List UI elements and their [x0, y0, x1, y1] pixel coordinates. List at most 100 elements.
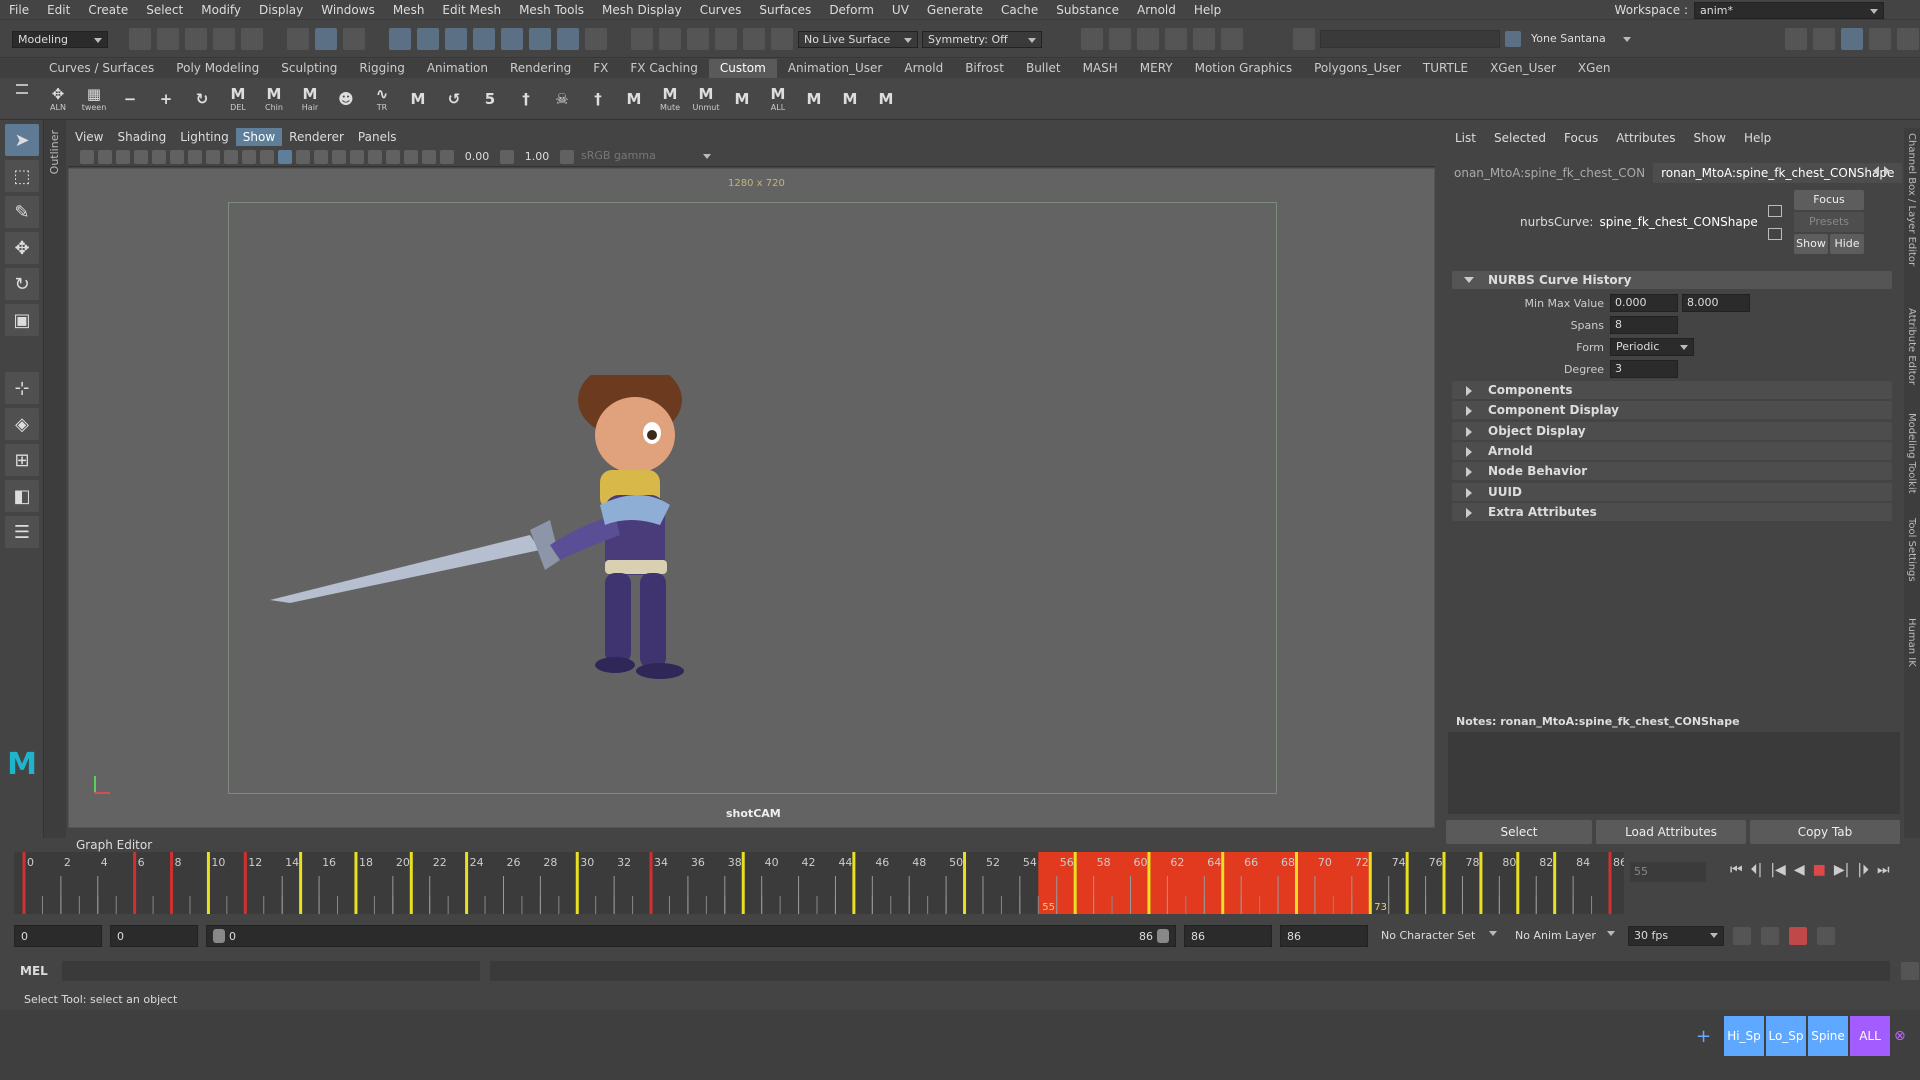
- shelf-button-all[interactable]: M ALL: [762, 82, 794, 116]
- spans-field[interactable]: 8: [1610, 316, 1678, 334]
- nurbs-curve-history-section[interactable]: NURBS Curve History: [1452, 271, 1892, 289]
- sidebar-toggle-icon[interactable]: [1293, 28, 1315, 50]
- output-ops-icon[interactable]: [687, 28, 709, 50]
- section-extra-attributes[interactable]: Extra Attributes: [1452, 502, 1892, 521]
- menu-set-dropdown[interactable]: Modeling: [12, 30, 108, 48]
- shelf-button-23[interactable]: M: [834, 82, 866, 116]
- menu-edit-mesh[interactable]: Edit Mesh: [433, 0, 510, 20]
- undo-icon[interactable]: [213, 28, 235, 50]
- step-forward-key-icon[interactable]: |⏵: [1857, 862, 1869, 878]
- magnet-icon[interactable]: [771, 28, 793, 50]
- viewport-menu-lighting[interactable]: Lighting: [173, 128, 236, 146]
- shelf-button-unmut[interactable]: M Unmut: [690, 82, 722, 116]
- viewport-menu-panels[interactable]: Panels: [351, 128, 404, 146]
- layout-three-icon[interactable]: [1841, 28, 1863, 50]
- selection-set-all[interactable]: ALL: [1850, 1016, 1890, 1056]
- snap-curve-icon[interactable]: [417, 28, 439, 50]
- right-tab-tool-settings[interactable]: Tool Settings: [1906, 518, 1917, 582]
- load-attributes-button[interactable]: Load Attributes: [1596, 820, 1746, 844]
- shelf-tab-rendering[interactable]: Rendering: [499, 59, 582, 78]
- shelf-menu-icon[interactable]: [16, 84, 28, 94]
- shelf-tab-custom[interactable]: Custom: [708, 59, 777, 78]
- shelf-tab-poly-modeling[interactable]: Poly Modeling: [165, 59, 270, 78]
- play-backwards-icon[interactable]: ◀: [1794, 862, 1805, 878]
- shelf-button-20[interactable]: M: [726, 82, 758, 116]
- save-scene-icon[interactable]: [185, 28, 207, 50]
- shelf-button-9[interactable]: ☻: [330, 82, 362, 116]
- user-icon[interactable]: [1505, 31, 1521, 47]
- auto-key-icon[interactable]: [1789, 927, 1807, 945]
- go-to-start-icon[interactable]: ⏮: [1730, 862, 1743, 878]
- focus-button[interactable]: Focus: [1794, 190, 1864, 210]
- viewport-menu-show[interactable]: Show: [235, 128, 283, 146]
- settings-gear-icon[interactable]: [1897, 28, 1919, 50]
- node-name-field[interactable]: spine_fk_chest_CONShape: [1599, 215, 1769, 229]
- render-settings-icon[interactable]: [1081, 28, 1103, 50]
- right-tab-attribute-editor[interactable]: Attribute Editor: [1906, 308, 1917, 385]
- lasso-icon[interactable]: [743, 28, 765, 50]
- menu-uv[interactable]: UV: [883, 0, 918, 20]
- select-button[interactable]: Select: [1446, 820, 1592, 844]
- image-plane-icon[interactable]: [134, 149, 148, 164]
- shelf-tab-motion-graphics[interactable]: Motion Graphics: [1184, 59, 1304, 78]
- symmetry-dropdown[interactable]: Symmetry: Off: [922, 30, 1042, 48]
- redo-icon[interactable]: [241, 28, 263, 50]
- viewport-menu-renderer[interactable]: Renderer: [282, 128, 351, 146]
- snap-surface-icon[interactable]: [501, 28, 523, 50]
- snap-view-icon[interactable]: [473, 28, 495, 50]
- shelf-tab-bifrost[interactable]: Bifrost: [954, 59, 1015, 78]
- max-value-field[interactable]: 8.000: [1682, 294, 1750, 312]
- go-to-end-icon[interactable]: ⏭: [1877, 862, 1890, 878]
- shelf-button-13[interactable]: 5: [474, 82, 506, 116]
- show-button[interactable]: Show: [1794, 234, 1828, 254]
- go-to-input-icon[interactable]: [1768, 205, 1782, 217]
- section-component-display[interactable]: Component Display: [1452, 401, 1892, 420]
- color-space-dropdown[interactable]: sRGB gamma: [576, 148, 716, 165]
- shelf-tab-fx[interactable]: FX: [582, 59, 619, 78]
- selection-set-lo-sp[interactable]: Lo_Sp: [1766, 1016, 1806, 1056]
- menu-mesh-display[interactable]: Mesh Display: [593, 0, 691, 20]
- current-frame-field[interactable]: 55: [1630, 862, 1706, 882]
- shelf-tab-fx-caching[interactable]: FX Caching: [619, 59, 708, 78]
- input-ops-icon[interactable]: [659, 28, 681, 50]
- playback-end-field[interactable]: 86: [1184, 925, 1272, 947]
- right-tab-channel-box-layer-editor[interactable]: Channel Box / Layer Editor: [1906, 133, 1917, 266]
- playback-start-field[interactable]: 0: [110, 925, 198, 947]
- menu-cache[interactable]: Cache: [992, 0, 1047, 20]
- history-icon[interactable]: [631, 28, 653, 50]
- shelf-tab-xgen[interactable]: XGen: [1567, 59, 1622, 78]
- select-object-icon[interactable]: [315, 28, 337, 50]
- range-slider-handle-start[interactable]: [213, 929, 225, 943]
- step-back-frame-icon[interactable]: |◀: [1770, 862, 1785, 878]
- copy-tab-button[interactable]: Copy Tab: [1750, 820, 1900, 844]
- camera-select-icon[interactable]: [80, 149, 94, 164]
- command-language[interactable]: MEL: [20, 964, 52, 978]
- degree-field[interactable]: 3: [1610, 360, 1678, 378]
- section-object-display[interactable]: Object Display: [1452, 421, 1892, 440]
- viewport-menu-shading[interactable]: Shading: [110, 128, 173, 146]
- live-surface-field[interactable]: No Live Surface: [798, 30, 918, 48]
- ae-menu-focus[interactable]: Focus: [1555, 131, 1607, 145]
- selection-set-spine[interactable]: Spine: [1808, 1016, 1848, 1056]
- pause-icon[interactable]: [1221, 28, 1243, 50]
- arnold-render-icon[interactable]: [1165, 28, 1187, 50]
- scale-tool-icon[interactable]: ▣: [5, 304, 39, 336]
- film-gate-icon[interactable]: [170, 149, 184, 164]
- two-view-icon[interactable]: ◧: [5, 480, 39, 512]
- move-tool-icon[interactable]: ✥: [5, 232, 39, 264]
- menu-edit[interactable]: Edit: [38, 0, 79, 20]
- exposure-icon[interactable]: [440, 149, 454, 164]
- range-slider[interactable]: 0 86: [206, 925, 1176, 947]
- viewport-menu-view[interactable]: View: [68, 128, 110, 146]
- shelf-button-16[interactable]: †: [582, 82, 614, 116]
- smooth-shade-icon[interactable]: [278, 149, 292, 164]
- range-slider-handle-end[interactable]: [1157, 929, 1169, 943]
- ipr-render-icon[interactable]: [1137, 28, 1159, 50]
- isolate-icon[interactable]: [404, 149, 418, 164]
- wireframe-icon[interactable]: [260, 149, 274, 164]
- shelf-button-24[interactable]: M: [870, 82, 902, 116]
- section-node-behavior[interactable]: Node Behavior: [1452, 462, 1892, 481]
- color-manage-icon[interactable]: [560, 149, 574, 164]
- resolution-gate-icon[interactable]: [188, 149, 202, 164]
- form-dropdown[interactable]: Periodic: [1610, 338, 1694, 356]
